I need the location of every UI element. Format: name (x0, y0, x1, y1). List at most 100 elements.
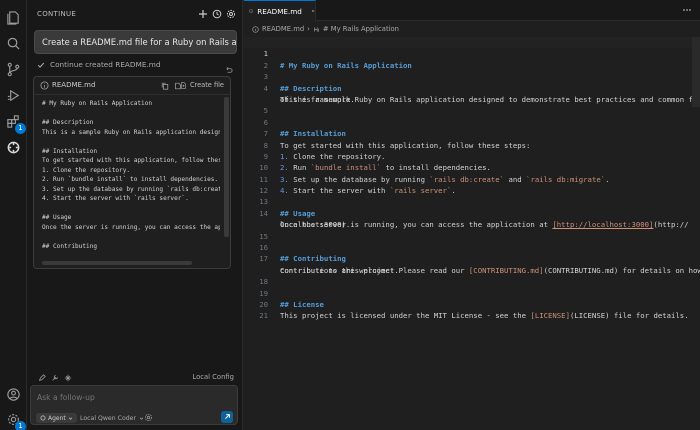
link-text[interactable]: [LICENSE] (530, 311, 570, 320)
code-line: 4. Start the server with `rails server`. (42, 195, 189, 202)
send-button[interactable] (221, 411, 233, 423)
editor-line: 4 This is a sample Ruby on Rails applica… (244, 71, 700, 104)
model-label: Local Qwen Coder (80, 414, 137, 422)
editor-line-wrap: contribute to this project. (244, 253, 700, 275)
input-toolbar: Local Config (32, 371, 238, 385)
send-icon (225, 414, 230, 419)
undo-icon[interactable] (224, 60, 234, 73)
editor-line: 7 To get started with this application, … (244, 117, 700, 149)
code-block-card: README.md Create file # My Ruby on Rails… (33, 76, 231, 269)
code-line: ## Usage (42, 214, 72, 221)
editor-line: 5 (244, 94, 700, 115)
chevron-down-icon (68, 417, 73, 420)
agent-icon (40, 415, 46, 421)
editor-line: 16 ## Contributing (244, 231, 700, 263)
breadcrumb: README.md › # My Rails Application (252, 25, 399, 33)
breadcrumb-separator: › (307, 25, 310, 33)
info-icon (40, 81, 49, 90)
code-line: ## Installation (42, 147, 98, 155)
history-icon[interactable] (211, 7, 223, 21)
settings-badge: 1 (15, 421, 26, 430)
line-text: This project is licensed under the MIT L… (280, 310, 689, 321)
editor-line: 6 ## Installation (244, 105, 700, 138)
extensions-icon[interactable]: 1 (4, 112, 26, 134)
editor-line: 11 4. Start the server with `rails serve… (244, 162, 700, 195)
code-line: 1. Clone the repository. (42, 166, 131, 174)
code-block-filename: README.md (52, 81, 96, 89)
edit-icon[interactable] (36, 372, 47, 383)
model-selector[interactable]: Local Qwen Coder (80, 413, 144, 423)
editor-scrollbar[interactable] (692, 37, 700, 107)
heading-symbol-icon (313, 26, 319, 32)
tab-label: README.md (257, 6, 302, 16)
code-block-vertical-scrollbar[interactable] (224, 97, 229, 237)
model-settings-icon[interactable] (144, 413, 153, 422)
agent-label: Agent (48, 414, 66, 422)
code-block-horizontal-scrollbar[interactable] (42, 261, 192, 265)
close-icon[interactable] (311, 7, 315, 15)
editor-line: 18 (244, 265, 700, 286)
editor-line: 14 Once the server is running, you can a… (244, 196, 700, 229)
code-line: 3. Set up the database by running `rails… (42, 185, 220, 193)
editor-line: 13 ## Usage (244, 185, 700, 217)
files-icon[interactable] (4, 8, 23, 27)
tools-icon[interactable] (49, 372, 60, 383)
breadcrumb-symbol[interactable]: # My Rails Application (323, 25, 399, 33)
code-block-content: # My Ruby on Rails Application ## Descri… (42, 99, 220, 259)
file-plus-icon (181, 81, 186, 89)
copy-icon[interactable] (160, 80, 170, 91)
editor-line: 19 ## License (244, 276, 700, 309)
code-line: # My Ruby on Rails Application (42, 100, 153, 107)
breadcrumb-file[interactable]: README.md (262, 25, 304, 33)
editor-line: 12 (244, 174, 700, 195)
editor-line: 15 (244, 219, 700, 241)
tab-readme[interactable]: README.md (244, 0, 316, 21)
create-file-label: Create file (189, 81, 224, 89)
editor-line: 8 1. Clone the repository. (244, 128, 700, 161)
status-text: Continue created README.md (50, 60, 161, 69)
code-line: To get started with this application, fo… (42, 157, 220, 164)
info-icon (249, 9, 253, 13)
user-prompt[interactable]: Create a README.md file for a Ruby on Ra… (34, 30, 237, 54)
editor-line: 20 This project is licensed under the MI… (244, 288, 700, 320)
run-debug-icon[interactable] (4, 86, 23, 105)
source-control-icon[interactable] (4, 60, 23, 79)
check-icon (37, 62, 45, 68)
sparkle-icon[interactable] (62, 372, 73, 383)
followup-input-box: Agent Local Qwen Coder (30, 385, 238, 425)
code-line: Once the server is running, you can acce… (42, 223, 220, 231)
code-lines[interactable]: 1 # My Ruby on Rails Application 2 3 ## … (244, 37, 700, 320)
account-icon[interactable] (4, 385, 23, 404)
text: file for details. (609, 311, 689, 321)
create-file-button[interactable]: Create file (180, 81, 224, 89)
link-url[interactable]: (LICENSE) (570, 311, 610, 320)
settings-icon[interactable]: 1 (4, 410, 26, 430)
code-line: ## Contributing (42, 242, 98, 250)
more-actions-icon[interactable] (682, 5, 692, 15)
continue-icon[interactable] (4, 138, 23, 157)
editor: README.md README.md › # My Rails Applica… (244, 0, 700, 430)
search-icon[interactable] (4, 34, 23, 53)
editor-line: 1 # My Ruby on Rails Application (244, 37, 700, 70)
panel-title: CONTINUE (37, 10, 77, 18)
gear-icon[interactable] (225, 7, 237, 21)
editor-line: 3 ## Description (244, 60, 700, 92)
editor-line-wrap: of the framework. (244, 83, 700, 104)
text: This project is licensed under the MIT L… (280, 311, 531, 321)
editor-line-wrap: localhost:3000). (244, 208, 700, 229)
editor-line: 21 (244, 299, 700, 320)
followup-input[interactable] (37, 393, 227, 402)
editor-line: 17 Contributions are welcome! Please rea… (244, 242, 700, 274)
activity-bar: 1 1 (0, 0, 27, 430)
new-chat-icon[interactable] (197, 7, 209, 21)
status-row: Continue created README.md (37, 60, 161, 69)
line-number: 21 (259, 311, 268, 321)
agent-mode-selector[interactable]: Agent (36, 413, 77, 423)
local-config-label[interactable]: Local Config (192, 373, 234, 381)
editor-line: 2 (244, 48, 700, 70)
editor-line: 9 2. Run `bundle install` to install dep… (244, 140, 700, 172)
